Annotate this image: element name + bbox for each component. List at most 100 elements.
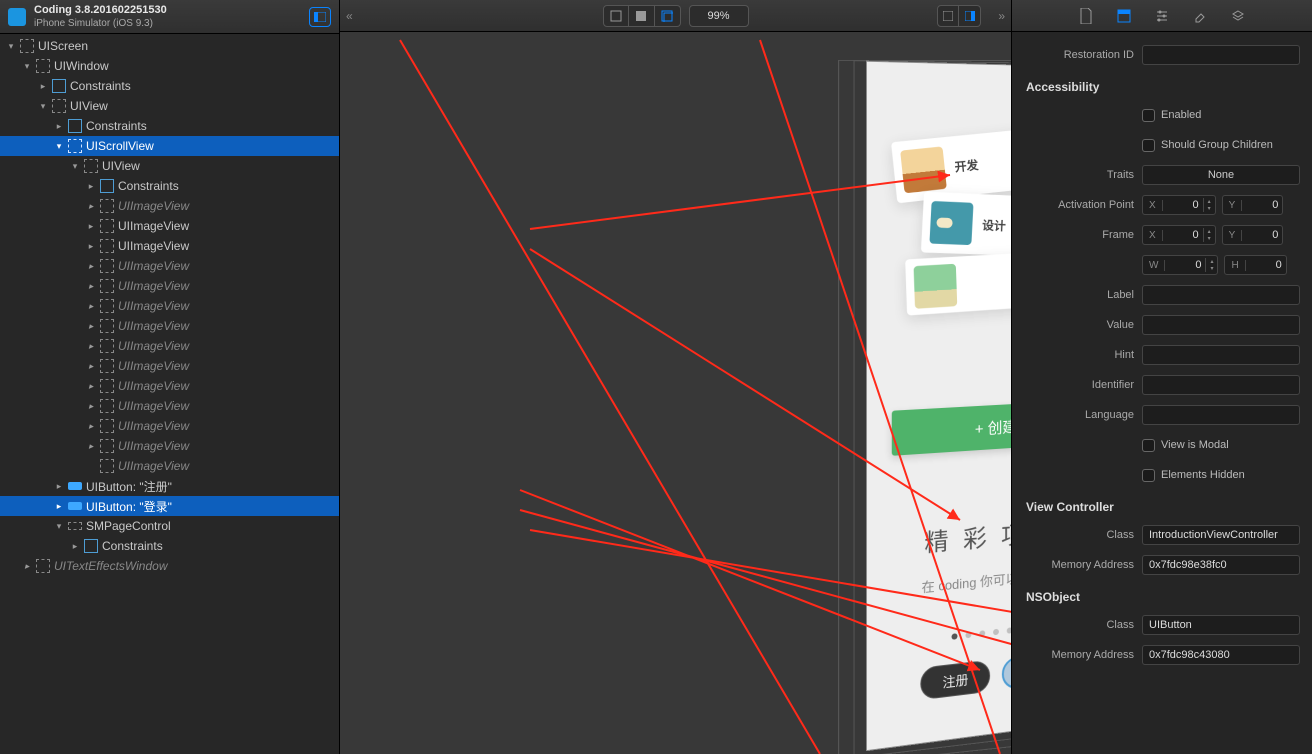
intro-headline: 精 彩 项 目 — [892, 509, 1012, 561]
card-thumb-icon — [914, 263, 958, 308]
tree-row[interactable]: ▾UIWindow — [0, 56, 339, 76]
toggle-inspector-button[interactable] — [959, 5, 981, 27]
card-extra — [905, 251, 1012, 315]
view-mode-3d-button[interactable] — [655, 5, 681, 27]
tree-row[interactable]: ▸UIImageView — [0, 296, 339, 316]
tab-eraser-icon[interactable] — [1190, 7, 1210, 25]
vc-class-field[interactable] — [1142, 525, 1300, 545]
traits-label: Traits — [1024, 169, 1134, 181]
view-is-modal-checkbox[interactable]: View is Modal — [1142, 439, 1300, 452]
ax-hint-field[interactable] — [1142, 345, 1300, 365]
window-titlebar: Coding 3.8.201602251530 iPhone Simulator… — [0, 0, 339, 34]
tree-row[interactable]: UIImageView — [0, 456, 339, 476]
ax-value-label: Value — [1024, 319, 1134, 331]
frame-x-field[interactable]: X0▴▾ — [1142, 225, 1216, 245]
card-design: 设计 — [921, 191, 1012, 257]
frame-h-field[interactable]: H0 — [1224, 255, 1286, 275]
vc-mem-field[interactable] — [1142, 555, 1300, 575]
page-control[interactable] — [892, 618, 1012, 646]
tree-row[interactable]: ▾SMPageControl — [0, 516, 339, 536]
traits-popup[interactable]: None — [1142, 165, 1300, 185]
collapse-right-icon[interactable]: » — [998, 9, 1005, 23]
ns-mem-field[interactable] — [1142, 645, 1300, 665]
tree-row[interactable]: ▸UIImageView — [0, 236, 339, 256]
tree-row[interactable]: ▾UIView — [0, 96, 339, 116]
tab-identity-icon[interactable] — [1114, 7, 1134, 25]
canvas-viewport[interactable]: « 99% » 开发 ✦ — [340, 0, 1012, 754]
ax-hint-label: Hint — [1024, 349, 1134, 361]
zoom-level[interactable]: 99% — [689, 5, 749, 27]
app-icon — [8, 8, 26, 26]
view-hierarchy-tree[interactable]: ▾UIScreen▾UIWindow▸Constraints▾UIView▸Co… — [0, 34, 339, 754]
tree-row[interactable]: ▸UIImageView — [0, 316, 339, 336]
tree-row[interactable]: ▸UIImageView — [0, 216, 339, 236]
tree-row[interactable]: ▸UIImageView — [0, 336, 339, 356]
inspector-panel: Restoration ID Accessibility Enabled Sho… — [1012, 0, 1312, 754]
card-title: 开发 — [954, 156, 979, 176]
elements-hidden-checkbox[interactable]: Elements Hidden — [1142, 469, 1300, 482]
tree-row[interactable]: ▸Constraints — [0, 536, 339, 556]
tree-row[interactable]: ▸UIButton: "登录" — [0, 496, 339, 516]
ax-identifier-label: Identifier — [1024, 379, 1134, 391]
activation-x-field[interactable]: X0▴▾ — [1142, 195, 1216, 215]
tree-row[interactable]: ▸UIImageView — [0, 276, 339, 296]
view-mode-wireframe-button[interactable] — [603, 5, 629, 27]
tree-row[interactable]: ▸UIImageView — [0, 436, 339, 456]
tree-row[interactable]: ▸Constraints — [0, 76, 339, 96]
tree-row[interactable]: ▾UIView — [0, 156, 339, 176]
tree-row[interactable]: ▾UIScrollView — [0, 136, 339, 156]
enabled-checkbox[interactable]: Enabled — [1142, 109, 1300, 122]
tree-row[interactable]: ▾UIScreen — [0, 36, 339, 56]
frame-w-field[interactable]: W0▴▾ — [1142, 255, 1218, 275]
tab-layers-icon[interactable] — [1228, 7, 1248, 25]
restoration-id-field[interactable] — [1142, 45, 1300, 65]
vc-mem-label: Memory Address — [1024, 559, 1134, 571]
tree-row[interactable]: ▸UIImageView — [0, 396, 339, 416]
toggle-clipping-button[interactable] — [937, 5, 959, 27]
view-mode-content-button[interactable] — [629, 5, 655, 27]
restoration-id-label: Restoration ID — [1024, 49, 1134, 61]
tree-row[interactable]: ▸UIImageView — [0, 376, 339, 396]
tree-row[interactable]: ▸UITextEffectsWindow — [0, 556, 339, 576]
card-thumb-icon — [929, 201, 973, 245]
frame-label: Frame — [1024, 229, 1134, 241]
card-title: 设计 — [982, 216, 1006, 234]
inspector-tabs — [1012, 0, 1312, 32]
ns-class-field[interactable] — [1142, 615, 1300, 635]
device-screen[interactable]: 开发 ✦ 设计 + 创建 精 彩 项 目 在 coding 你可以创建任何 — [866, 61, 1012, 752]
tree-row[interactable]: ▸Constraints — [0, 176, 339, 196]
tree-row[interactable]: ▸Constraints — [0, 116, 339, 136]
ax-label-field[interactable] — [1142, 285, 1300, 305]
frame-y-field[interactable]: Y0 — [1222, 225, 1284, 245]
login-button[interactable]: 登录 — [1002, 651, 1012, 691]
page-dot — [979, 630, 985, 637]
canvas-toolbar: « 99% » — [340, 0, 1011, 32]
ax-identifier-field[interactable] — [1142, 375, 1300, 395]
cta-row: 注册 登录 — [892, 648, 1012, 704]
vc-class-label: Class — [1024, 529, 1134, 541]
group-children-checkbox[interactable]: Should Group Children — [1142, 139, 1300, 152]
app-subtitle: iPhone Simulator (iOS 9.3) — [34, 17, 309, 30]
tab-sliders-icon[interactable] — [1152, 7, 1172, 25]
toggle-sidebar-button[interactable] — [309, 7, 331, 27]
create-button[interactable]: + 创建 — [892, 400, 1012, 456]
ax-value-field[interactable] — [1142, 315, 1300, 335]
collapse-left-icon[interactable]: « — [346, 9, 353, 23]
activation-y-field[interactable]: Y0 — [1222, 195, 1284, 215]
tree-row[interactable]: ▸UIImageView — [0, 356, 339, 376]
register-button[interactable]: 注册 — [920, 660, 990, 701]
tree-row[interactable]: ▸UIButton: "注册" — [0, 476, 339, 496]
tree-row[interactable]: ▸UIImageView — [0, 196, 339, 216]
accessibility-header: Accessibility — [1012, 70, 1312, 100]
page-dot — [993, 629, 999, 636]
tree-row[interactable]: ▸UIImageView — [0, 416, 339, 436]
app-title: Coding 3.8.201602251530 — [34, 4, 309, 17]
inspector-body[interactable]: Restoration ID Accessibility Enabled Sho… — [1012, 32, 1312, 754]
ax-label-label: Label — [1024, 289, 1134, 301]
tree-row[interactable]: ▸UIImageView — [0, 256, 339, 276]
nsobject-header: NSObject — [1012, 580, 1312, 610]
intro-subtitle: 在 coding 你可以创建任何 — [892, 561, 1012, 600]
page-dot — [965, 632, 971, 639]
ax-language-field[interactable] — [1142, 405, 1300, 425]
tab-file-icon[interactable] — [1076, 7, 1096, 25]
